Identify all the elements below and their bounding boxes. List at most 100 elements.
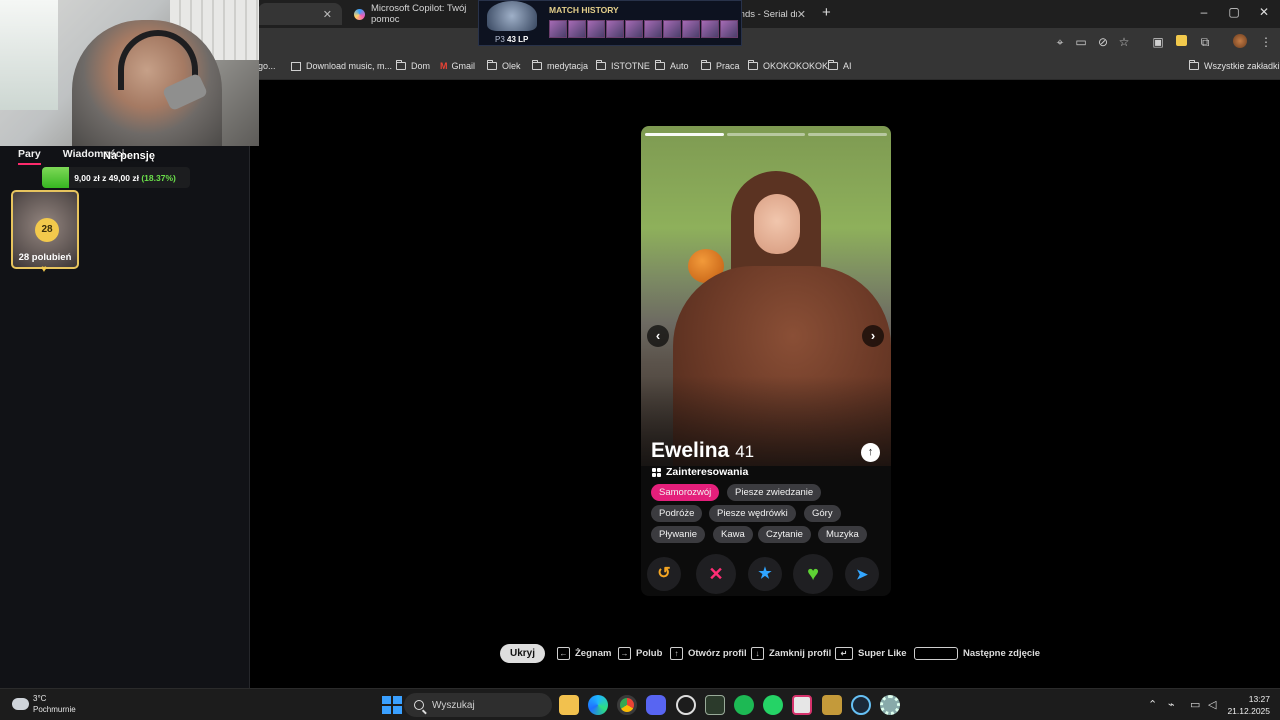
champion-portrait: [644, 20, 662, 38]
super-like-button[interactable]: ★: [748, 557, 782, 591]
bookmark-folder-ai[interactable]: AI: [828, 60, 852, 71]
display-icon[interactable]: ▭: [1190, 698, 1200, 711]
interest-chip: Piesze zwiedzanie: [727, 484, 822, 501]
champion-portrait: [663, 20, 681, 38]
whatsapp-icon[interactable]: [763, 695, 783, 715]
champion-portrait: [682, 20, 700, 38]
interest-chip: Samorozwój: [651, 484, 720, 501]
shortcut-open-profile: ↑ Otwórz profil: [670, 647, 747, 660]
close-tab-icon[interactable]: ✕: [797, 8, 806, 21]
folder-icon: [1189, 60, 1199, 70]
tab-copilot[interactable]: Microsoft Copilot: Twój pomoc: [344, 3, 484, 25]
rewind-button[interactable]: ↺: [647, 557, 681, 591]
network-icon[interactable]: ⌁: [1168, 698, 1175, 711]
windows-start-icon[interactable]: [381, 695, 402, 715]
open-profile-arrow-icon[interactable]: ↑: [861, 443, 880, 462]
steam-icon[interactable]: [851, 695, 871, 715]
photo-progress: [645, 133, 888, 136]
notepad-icon[interactable]: [705, 695, 725, 715]
champion-portrait: [587, 20, 605, 38]
bookmark-gmail[interactable]: M Gmail: [440, 61, 475, 71]
nope-button[interactable]: ✕: [696, 554, 736, 594]
folder-icon: [655, 60, 665, 70]
taskbar-clock[interactable]: 13:27 21.12.2025: [1227, 693, 1270, 717]
game-client-icon[interactable]: [822, 695, 842, 715]
profile-card[interactable]: ‹ › Ewelina 41 ↑ Zainteresowania Samoroz…: [641, 126, 891, 596]
tab-active[interactable]: ✕: [258, 3, 342, 25]
match-history-overlay: MATCH HISTORY P3 43 LP: [478, 0, 742, 46]
all-bookmarks[interactable]: Wszystkie zakładki: [1189, 60, 1280, 71]
gold-heart-icon: ♥: [41, 264, 47, 275]
folder-icon: [396, 60, 406, 70]
rank-emblem-icon: [487, 1, 537, 31]
bookmark-item[interactable]: go...: [258, 61, 276, 71]
swipe-actions: ↺ ✕ ★ ♥ ➤: [641, 554, 891, 598]
photo-indicator: [726, 133, 806, 136]
tinder-app-icon[interactable]: [792, 695, 812, 715]
chrome-icon[interactable]: [617, 695, 637, 715]
tab-pary[interactable]: Pary: [18, 148, 41, 165]
hide-shortcuts-button[interactable]: Ukryj: [500, 644, 545, 663]
eye-off-icon[interactable]: ⊘: [1095, 34, 1111, 50]
copilot-icon: [354, 8, 365, 20]
shortcut-close-profile: ↓ Zamknij profil: [751, 647, 831, 660]
taskbar-search[interactable]: Wyszukaj: [404, 693, 552, 717]
bookmark-folder-olek[interactable]: Olek: [487, 60, 521, 71]
profile-name: Ewelina: [651, 439, 730, 462]
donation-goal-bar: 9,00 zł z 49,00 zł (18.37%): [42, 167, 190, 188]
prev-photo-icon[interactable]: ‹: [647, 325, 669, 347]
profile-avatar[interactable]: [1232, 34, 1248, 50]
likes-count-badge: 28: [35, 218, 59, 242]
maximize-button[interactable]: ▢: [1226, 5, 1242, 19]
interest-chip: Czytanie: [758, 526, 811, 543]
cast-icon[interactable]: ▭: [1073, 34, 1089, 50]
bookmark-folder-istotne[interactable]: ISTOTNE: [596, 60, 650, 71]
arrow-left-key-icon: ←: [557, 647, 570, 660]
recent-champions: [549, 20, 738, 38]
discord-icon[interactable]: [646, 695, 666, 715]
extension-yellow-icon[interactable]: [1173, 34, 1189, 50]
new-tab-button[interactable]: +: [822, 4, 836, 22]
folder-icon: [596, 60, 606, 70]
close-window-button[interactable]: ✕: [1256, 5, 1272, 19]
github-icon[interactable]: [676, 695, 696, 715]
spotify-icon[interactable]: [734, 695, 754, 715]
likes-card[interactable]: 28 28 polubień ♥: [11, 190, 79, 275]
shortcut-next-photo: Następne zdjęcie: [914, 647, 1040, 660]
file-explorer-icon[interactable]: [559, 695, 579, 715]
bookmark-folder-medytacja[interactable]: medytacja: [532, 60, 588, 71]
interest-chip: Muzyka: [818, 526, 867, 543]
arrow-down-key-icon: ↓: [751, 647, 764, 660]
likes-label: 28 polubień: [18, 252, 72, 263]
shortcut-super-like: ↵ Super Like: [835, 647, 907, 660]
champion-portrait: [625, 20, 643, 38]
photo-indicator: [808, 133, 888, 136]
bookmark-folder-dom[interactable]: Dom: [396, 60, 430, 71]
photo-indicator: [645, 133, 724, 136]
boost-button[interactable]: ➤: [845, 557, 879, 591]
edge-icon[interactable]: [588, 695, 608, 715]
settings-gear-icon[interactable]: [880, 695, 900, 715]
close-tab-icon[interactable]: ✕: [323, 8, 332, 21]
bookmark-folder-auto[interactable]: Auto: [655, 60, 689, 71]
next-photo-icon[interactable]: ›: [862, 325, 884, 347]
like-button[interactable]: ♥: [793, 554, 833, 594]
bookmark-star-icon[interactable]: ☆: [1116, 34, 1132, 50]
screen-icon[interactable]: ▣: [1150, 34, 1166, 50]
folder-icon: [532, 60, 542, 70]
interest-chip: Kawa: [713, 526, 753, 543]
bookmark-download-music[interactable]: Download music, m...: [291, 61, 392, 71]
folder-icon: [828, 60, 838, 70]
bookmark-folder-praca[interactable]: Praca: [701, 60, 740, 71]
volume-icon[interactable]: ◁: [1208, 698, 1216, 711]
interest-chip: Góry: [804, 505, 841, 522]
bookmark-folder-okokokokok[interactable]: OKOKOKOKOK: [748, 60, 828, 71]
weather-widget[interactable]: 3°C Pochmurnie: [12, 693, 76, 715]
shortcuts-bar: Ukryj ← Żegnam → Polub ↑ Otwórz profil ↓ Zam…: [0, 644, 1280, 664]
tray-chevron-icon[interactable]: ⌃: [1148, 698, 1157, 711]
face: [754, 194, 800, 254]
location-icon[interactable]: ⌖: [1052, 34, 1068, 50]
minimize-button[interactable]: –: [1196, 5, 1212, 19]
extensions-puzzle-icon[interactable]: ⧉: [1197, 34, 1213, 50]
menu-kebab-icon[interactable]: ⋮: [1258, 34, 1274, 50]
